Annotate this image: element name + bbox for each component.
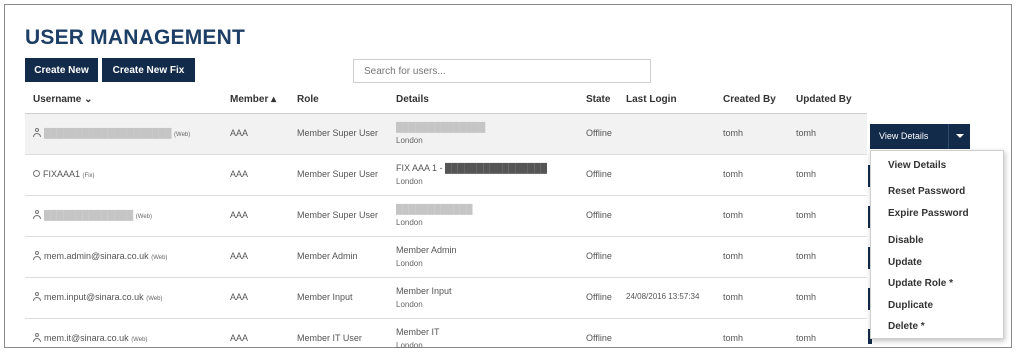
location-cell: London <box>396 259 423 268</box>
user-icon <box>33 333 41 342</box>
column-header-username[interactable]: Username ⌄ <box>33 94 93 105</box>
menu-item-duplicate[interactable]: Duplicate <box>888 300 933 311</box>
created-by-cell: tomh <box>723 333 744 343</box>
role-cell: Member Super User <box>297 128 379 138</box>
chevron-down-icon[interactable] <box>948 124 970 149</box>
table-row[interactable]: mem.input@sinara.co.uk (Web) AAA Member … <box>25 278 867 319</box>
username-cell: ████████████████████ <box>44 128 172 138</box>
location-cell: London <box>396 136 423 145</box>
user-type-tag: (Web) <box>146 296 163 302</box>
column-header-created-by[interactable]: Created By <box>723 94 776 105</box>
create-new-button[interactable]: Create New <box>25 58 98 82</box>
column-header-details[interactable]: Details <box>396 94 429 105</box>
location-cell: London <box>396 177 423 186</box>
table-row[interactable]: mem.admin@sinara.co.uk (Web) AAA Member … <box>25 237 867 278</box>
user-type-tag: (Web) <box>151 255 168 261</box>
location-cell: London <box>396 341 423 350</box>
state-cell: Offline <box>586 128 612 138</box>
created-by-cell: tomh <box>723 169 744 179</box>
user-icon <box>33 251 41 260</box>
last-login-cell: 24/08/2016 13:57:34 <box>626 292 700 301</box>
username-cell: mem.input@sinara.co.uk <box>44 292 144 302</box>
details-cell: Member IT <box>396 327 440 337</box>
user-icon <box>33 210 41 219</box>
state-cell: Offline <box>586 251 612 261</box>
member-cell: AAA <box>230 251 249 261</box>
created-by-cell: tomh <box>723 292 744 302</box>
table-row[interactable]: FIXAAA1 (Fix) AAA Member Super User FIX … <box>25 155 867 196</box>
created-by-cell: tomh <box>723 251 744 261</box>
role-cell: Member Input <box>297 292 353 302</box>
menu-item-update-role[interactable]: Update Role * <box>888 278 953 289</box>
fix-user-icon <box>33 170 40 177</box>
username-cell: FIXAAA1 <box>43 169 81 179</box>
user-type-tag: (Fix) <box>82 173 95 179</box>
updated-by-cell: tomh <box>796 210 817 220</box>
column-header-member[interactable]: Member ▴ <box>230 94 276 105</box>
search-input[interactable] <box>353 59 651 83</box>
state-cell: Offline <box>586 333 612 343</box>
user-type-tag: (Web) <box>131 337 148 343</box>
column-header-last-login[interactable]: Last Login <box>626 94 677 105</box>
table-row[interactable]: ████████████████████ (Web) AAA Member Su… <box>25 114 867 155</box>
username-cell: ██████████████ <box>44 210 134 220</box>
page-title: USER MANAGEMENT <box>25 26 246 49</box>
user-icon <box>33 292 41 301</box>
details-cell: Member Input <box>396 286 452 296</box>
role-cell: Member Super User <box>297 169 379 179</box>
state-cell: Offline <box>586 210 612 220</box>
member-cell: AAA <box>230 128 249 138</box>
state-cell: Offline <box>586 292 612 302</box>
details-cell: ████████████ <box>396 204 473 214</box>
details-cell: Member Admin <box>396 245 457 255</box>
user-type-tag: (Web) <box>135 214 153 220</box>
view-details-split-button[interactable]: View Details <box>870 124 970 149</box>
created-by-cell: tomh <box>723 128 744 138</box>
column-header-role[interactable]: Role <box>297 94 319 105</box>
table-row[interactable]: ██████████████ (Web) AAA Member Super Us… <box>25 196 867 237</box>
column-header-state[interactable]: State <box>586 94 610 105</box>
menu-item-expire-password[interactable]: Expire Password <box>888 208 969 219</box>
menu-item-disable[interactable]: Disable <box>888 235 924 246</box>
member-cell: AAA <box>230 210 249 220</box>
menu-item-delete[interactable]: Delete * <box>888 321 925 332</box>
role-cell: Member Admin <box>297 251 358 261</box>
member-cell: AAA <box>230 169 249 179</box>
updated-by-cell: tomh <box>796 128 817 138</box>
details-cell: ██████████████ <box>396 122 486 132</box>
location-cell: London <box>396 218 423 227</box>
member-cell: AAA <box>230 333 249 343</box>
user-icon <box>33 128 41 137</box>
row-actions-menu: View Details Reset Password Expire Passw… <box>870 150 1004 339</box>
view-details-button[interactable]: View Details <box>879 131 928 141</box>
state-cell: Offline <box>586 169 612 179</box>
create-new-fix-button[interactable]: Create New Fix <box>102 58 195 82</box>
updated-by-cell: tomh <box>796 251 817 261</box>
updated-by-cell: tomh <box>796 333 817 343</box>
updated-by-cell: tomh <box>796 292 817 302</box>
user-type-tag: (Web) <box>174 132 191 138</box>
menu-item-update[interactable]: Update <box>888 257 922 268</box>
member-cell: AAA <box>230 292 249 302</box>
menu-item-view-details[interactable]: View Details <box>888 160 946 171</box>
column-header-updated-by[interactable]: Updated By <box>796 94 852 105</box>
location-cell: London <box>396 300 423 309</box>
details-cell: FIX AAA 1 - ████████████████ <box>396 163 548 173</box>
username-cell: mem.it@sinara.co.uk <box>44 333 129 343</box>
updated-by-cell: tomh <box>796 169 817 179</box>
menu-item-reset-password[interactable]: Reset Password <box>888 186 965 197</box>
role-cell: Member Super User <box>297 210 379 220</box>
username-cell: mem.admin@sinara.co.uk <box>44 251 149 261</box>
role-cell: Member IT User <box>297 333 362 343</box>
created-by-cell: tomh <box>723 210 744 220</box>
